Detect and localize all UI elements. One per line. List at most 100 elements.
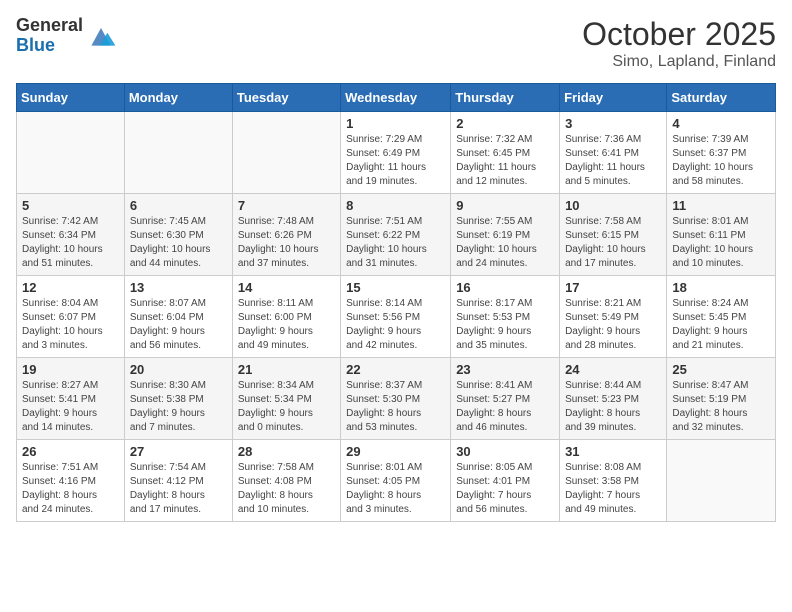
day-info: Sunrise: 8:07 AM Sunset: 6:04 PM Dayligh…: [130, 297, 227, 353]
logo-icon: [85, 20, 117, 52]
day-number: 4: [672, 116, 770, 131]
day-number: 17: [565, 280, 661, 295]
day-number: 22: [346, 362, 445, 377]
calendar-cell: [232, 112, 340, 194]
calendar-cell: [17, 112, 125, 194]
day-info: Sunrise: 8:24 AM Sunset: 5:45 PM Dayligh…: [672, 297, 770, 353]
calendar-cell: 15Sunrise: 8:14 AM Sunset: 5:56 PM Dayli…: [341, 276, 451, 358]
day-number: 30: [456, 444, 554, 459]
location: Simo, Lapland, Finland: [582, 53, 776, 71]
day-number: 10: [565, 198, 661, 213]
day-of-week-header: Tuesday: [232, 84, 340, 112]
calendar-cell: 5 Sunrise: 7:42 AM Sunset: 6:34 PM Daylig…: [17, 194, 125, 276]
day-number: 19: [22, 362, 119, 377]
calendar-cell: 20Sunrise: 8:30 AM Sunset: 5:38 PM Dayli…: [124, 358, 232, 440]
calendar-cell: 30 Sunrise: 8:05 AM Sunset: 4:01 PM Dayli…: [451, 440, 560, 522]
day-info: Sunrise: 8:34 AM Sunset: 5:34 PM Dayligh…: [238, 379, 335, 435]
day-number: 26: [22, 444, 119, 459]
day-info: Sunrise: 7:58 AM Sunset: 4:08 PM Dayligh…: [238, 461, 335, 517]
day-number: 14: [238, 280, 335, 295]
day-info: Sunrise: 8:05 AM Sunset: 4:01 PM Dayligh…: [456, 461, 554, 517]
day-info: Sunrise: 8:17 AM Sunset: 5:53 PM Dayligh…: [456, 297, 554, 353]
day-info: Sunrise: 7:55 AM Sunset: 6:19 PM Dayligh…: [456, 215, 554, 271]
calendar-cell: 7Sunrise: 7:48 AM Sunset: 6:26 PM Daylig…: [232, 194, 340, 276]
calendar-cell: 29Sunrise: 8:01 AM Sunset: 4:05 PM Dayli…: [341, 440, 451, 522]
day-info: Sunrise: 7:39 AM Sunset: 6:37 PM Dayligh…: [672, 133, 770, 189]
day-info: Sunrise: 8:01 AM Sunset: 4:05 PM Dayligh…: [346, 461, 445, 517]
day-number: 21: [238, 362, 335, 377]
calendar-cell: 19 Sunrise: 8:27 AM Sunset: 5:41 PM Dayli…: [17, 358, 125, 440]
logo: General Blue: [16, 16, 117, 56]
day-info: Sunrise: 8:30 AM Sunset: 5:38 PM Dayligh…: [130, 379, 227, 435]
day-info: Sunrise: 7:54 AM Sunset: 4:12 PM Dayligh…: [130, 461, 227, 517]
day-number: 11: [672, 198, 770, 213]
day-number: 12: [22, 280, 119, 295]
day-number: 28: [238, 444, 335, 459]
day-number: 18: [672, 280, 770, 295]
day-number: 2: [456, 116, 554, 131]
calendar-cell: 11 Sunrise: 8:01 AM Sunset: 6:11 PM Dayli…: [667, 194, 776, 276]
calendar-cell: 24 Sunrise: 8:44 AM Sunset: 5:23 PM Dayli…: [560, 358, 667, 440]
day-of-week-header: Saturday: [667, 84, 776, 112]
day-info: Sunrise: 8:44 AM Sunset: 5:23 PM Dayligh…: [565, 379, 661, 435]
day-of-week-header: Wednesday: [341, 84, 451, 112]
calendar-cell: 2 Sunrise: 7:32 AM Sunset: 6:45 PM Daylig…: [451, 112, 560, 194]
calendar-cell: 8Sunrise: 7:51 AM Sunset: 6:22 PM Daylig…: [341, 194, 451, 276]
day-number: 25: [672, 362, 770, 377]
logo-general-text: General: [16, 16, 83, 36]
day-info: Sunrise: 8:04 AM Sunset: 6:07 PM Dayligh…: [22, 297, 119, 353]
day-info: Sunrise: 8:14 AM Sunset: 5:56 PM Dayligh…: [346, 297, 445, 353]
calendar-week-row: 5 Sunrise: 7:42 AM Sunset: 6:34 PM Daylig…: [17, 194, 776, 276]
day-number: 31: [565, 444, 661, 459]
day-info: Sunrise: 8:01 AM Sunset: 6:11 PM Dayligh…: [672, 215, 770, 271]
calendar-cell: 10Sunrise: 7:58 AM Sunset: 6:15 PM Dayli…: [560, 194, 667, 276]
day-number: 9: [456, 198, 554, 213]
calendar-cell: 4 Sunrise: 7:39 AM Sunset: 6:37 PM Daylig…: [667, 112, 776, 194]
day-info: Sunrise: 7:36 AM Sunset: 6:41 PM Dayligh…: [565, 133, 661, 189]
calendar-cell: 22 Sunrise: 8:37 AM Sunset: 5:30 PM Dayli…: [341, 358, 451, 440]
day-number: 24: [565, 362, 661, 377]
day-info: Sunrise: 7:42 AM Sunset: 6:34 PM Dayligh…: [22, 215, 119, 271]
calendar-cell: 12 Sunrise: 8:04 AM Sunset: 6:07 PM Dayli…: [17, 276, 125, 358]
day-number: 5: [22, 198, 119, 213]
calendar-table: SundayMondayTuesdayWednesdayThursdayFrid…: [16, 83, 776, 522]
calendar-cell: 9 Sunrise: 7:55 AM Sunset: 6:19 PM Daylig…: [451, 194, 560, 276]
day-info: Sunrise: 7:51 AM Sunset: 4:16 PM Dayligh…: [22, 461, 119, 517]
day-number: 7: [238, 198, 335, 213]
day-of-week-header: Monday: [124, 84, 232, 112]
day-of-week-header: Sunday: [17, 84, 125, 112]
month-title: October 2025: [582, 16, 776, 53]
day-number: 1: [346, 116, 445, 131]
page-header: General Blue October 2025 Simo, Lapland,…: [16, 16, 776, 71]
day-of-week-header: Friday: [560, 84, 667, 112]
calendar-cell: 17Sunrise: 8:21 AM Sunset: 5:49 PM Dayli…: [560, 276, 667, 358]
day-number: 8: [346, 198, 445, 213]
title-block: October 2025 Simo, Lapland, Finland: [582, 16, 776, 71]
calendar-cell: 26 Sunrise: 7:51 AM Sunset: 4:16 PM Dayli…: [17, 440, 125, 522]
day-info: Sunrise: 8:47 AM Sunset: 5:19 PM Dayligh…: [672, 379, 770, 435]
calendar-cell: 16 Sunrise: 8:17 AM Sunset: 5:53 PM Dayli…: [451, 276, 560, 358]
calendar-cell: 23Sunrise: 8:41 AM Sunset: 5:27 PM Dayli…: [451, 358, 560, 440]
calendar-cell: 25 Sunrise: 8:47 AM Sunset: 5:19 PM Dayli…: [667, 358, 776, 440]
calendar-week-row: 19 Sunrise: 8:27 AM Sunset: 5:41 PM Dayli…: [17, 358, 776, 440]
calendar-cell: 14 Sunrise: 8:11 AM Sunset: 6:00 PM Dayli…: [232, 276, 340, 358]
calendar-cell: 31 Sunrise: 8:08 AM Sunset: 3:58 PM Dayli…: [560, 440, 667, 522]
calendar-cell: 6 Sunrise: 7:45 AM Sunset: 6:30 PM Daylig…: [124, 194, 232, 276]
calendar-cell: 27 Sunrise: 7:54 AM Sunset: 4:12 PM Dayli…: [124, 440, 232, 522]
calendar-week-row: 26 Sunrise: 7:51 AM Sunset: 4:16 PM Dayli…: [17, 440, 776, 522]
day-number: 27: [130, 444, 227, 459]
calendar-cell: 1Sunrise: 7:29 AM Sunset: 6:49 PM Daylig…: [341, 112, 451, 194]
day-info: Sunrise: 8:37 AM Sunset: 5:30 PM Dayligh…: [346, 379, 445, 435]
day-of-week-header: Thursday: [451, 84, 560, 112]
calendar-cell: 18 Sunrise: 8:24 AM Sunset: 5:45 PM Dayli…: [667, 276, 776, 358]
day-info: Sunrise: 8:27 AM Sunset: 5:41 PM Dayligh…: [22, 379, 119, 435]
logo-blue-text: Blue: [16, 36, 83, 56]
day-info: Sunrise: 7:45 AM Sunset: 6:30 PM Dayligh…: [130, 215, 227, 271]
calendar-cell: [667, 440, 776, 522]
day-info: Sunrise: 8:11 AM Sunset: 6:00 PM Dayligh…: [238, 297, 335, 353]
day-info: Sunrise: 7:32 AM Sunset: 6:45 PM Dayligh…: [456, 133, 554, 189]
day-number: 6: [130, 198, 227, 213]
day-number: 16: [456, 280, 554, 295]
day-number: 3: [565, 116, 661, 131]
day-info: Sunrise: 8:08 AM Sunset: 3:58 PM Dayligh…: [565, 461, 661, 517]
